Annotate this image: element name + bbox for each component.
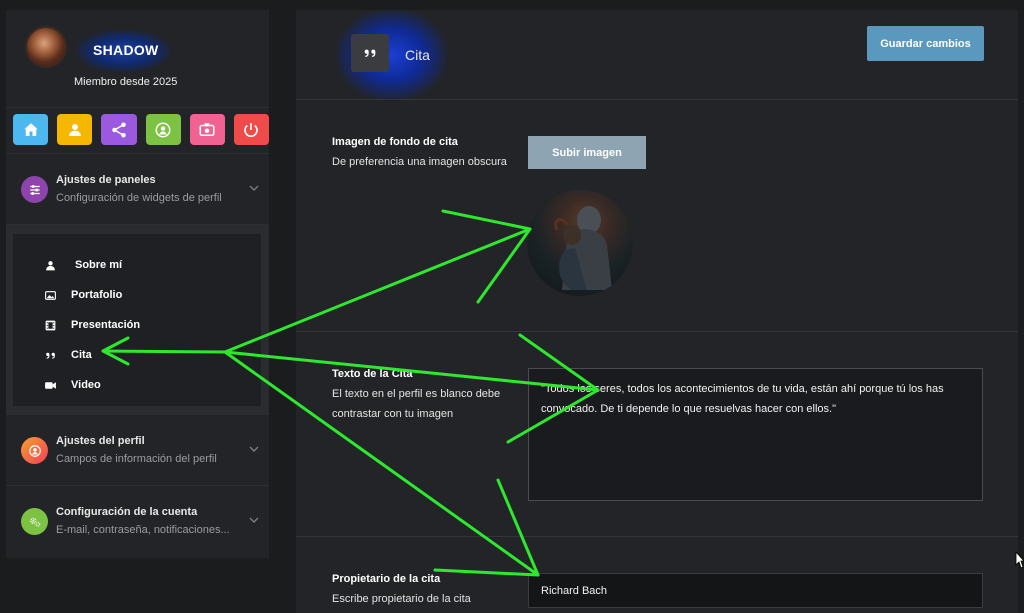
- owner-label: Propietario de la cita: [332, 573, 441, 585]
- user-icon: [43, 258, 57, 272]
- background-image-section: Imagen de fondo de cita De preferencia u…: [296, 100, 1018, 332]
- menu-configuracion-cuenta[interactable]: Configuración de la cuenta E-mail, contr…: [6, 486, 269, 557]
- quote-text-label: Texto de la Cita: [332, 368, 413, 380]
- menu-subtitle: Configuración de widgets de perfil: [56, 192, 222, 204]
- quote-icon: [351, 34, 389, 72]
- menu-ajustes-paneles[interactable]: Ajustes de paneles Configuración de widg…: [6, 154, 269, 225]
- sliders-icon: [21, 176, 48, 203]
- quote-owner-section: Propietario de la cita Escribe propietar…: [296, 537, 1018, 613]
- chevron-down-icon: [249, 185, 259, 191]
- submenu-label: Presentación: [71, 319, 141, 331]
- background-description: De preferencia una imagen obscura: [332, 156, 507, 168]
- account-circle-icon: [155, 122, 171, 137]
- share-icon: [112, 122, 126, 137]
- menu-title: Configuración de la cuenta: [56, 506, 198, 518]
- home-button[interactable]: [13, 114, 49, 145]
- menu-subtitle: Campos de información del perfil: [56, 453, 217, 465]
- account-button[interactable]: [145, 114, 181, 145]
- submenu: Sobre mí Portafolio Presentación Cita Vi…: [13, 234, 261, 406]
- mouse-cursor-icon: [1015, 551, 1024, 569]
- menu-title: Ajustes del perfil: [56, 435, 145, 447]
- owner-input[interactable]: Richard Bach: [528, 573, 983, 608]
- member-since: Miembro desde 2025: [74, 76, 178, 88]
- id-card-icon: [199, 122, 215, 136]
- submenu-label: Video: [71, 379, 101, 391]
- quote-textarea[interactable]: "Todos los seres, todos los acontecimien…: [528, 368, 983, 501]
- video-camera-icon: [43, 378, 57, 392]
- menu-subtitle: E-mail, contraseña, notificaciones...: [56, 524, 230, 536]
- quick-actions: [6, 108, 270, 154]
- main-panel: Cita Guardar cambios Imagen de fondo de …: [296, 10, 1018, 613]
- chevron-down-icon: [249, 446, 259, 452]
- submenu-label: Cita: [71, 349, 92, 361]
- chevron-down-icon: [249, 517, 259, 523]
- submenu-item-portafolio[interactable]: Portafolio: [13, 280, 261, 310]
- power-icon: [244, 122, 259, 137]
- background-image-preview: [527, 190, 633, 296]
- background-label: Imagen de fondo de cita: [332, 136, 458, 148]
- profile-icon: [21, 437, 48, 464]
- quote-text-section: Texto de la Cita El texto en el perfil e…: [296, 332, 1018, 537]
- page-title: Cita: [405, 47, 430, 63]
- share-button[interactable]: [101, 114, 137, 145]
- avatar[interactable]: [25, 26, 67, 68]
- home-icon: [23, 122, 38, 136]
- submenu-item-presentacion[interactable]: Presentación: [13, 310, 261, 340]
- upload-image-button[interactable]: Subir imagen: [528, 136, 646, 169]
- quote-text-description: El texto en el perfil es blanco debe con…: [332, 388, 501, 420]
- power-button[interactable]: [233, 114, 270, 145]
- gallery-icon: [43, 288, 57, 302]
- cogs-icon: [21, 508, 48, 535]
- submenu-item-cita[interactable]: Cita: [13, 340, 261, 370]
- submenu-item-sobre-mi[interactable]: Sobre mí: [13, 250, 261, 280]
- film-icon: [43, 318, 57, 332]
- submenu-item-video[interactable]: Video: [13, 370, 261, 400]
- app-root: SHADOW Miembro desde 2025 Ajustes de pan…: [0, 0, 1024, 613]
- sidebar: SHADOW Miembro desde 2025 Ajustes de pan…: [6, 10, 270, 558]
- profile-header: SHADOW Miembro desde 2025: [6, 10, 269, 108]
- user-icon: [68, 123, 81, 136]
- owner-description: Escribe propietario de la cita: [332, 593, 471, 605]
- menu-title: Ajustes de paneles: [56, 174, 156, 186]
- panel-header: Cita Guardar cambios: [296, 10, 1018, 100]
- submenu-container: Sobre mí Portafolio Presentación Cita Vi…: [6, 225, 269, 415]
- submenu-label: Sobre mí: [75, 259, 123, 271]
- menu-ajustes-perfil[interactable]: Ajustes del perfil Campos de información…: [6, 415, 269, 486]
- username: SHADOW: [93, 42, 159, 58]
- id-card-button[interactable]: [189, 114, 225, 145]
- save-button[interactable]: Guardar cambios: [867, 26, 984, 61]
- submenu-label: Portafolio: [71, 289, 123, 301]
- user-button[interactable]: [57, 114, 93, 145]
- quote-icon: [43, 348, 57, 362]
